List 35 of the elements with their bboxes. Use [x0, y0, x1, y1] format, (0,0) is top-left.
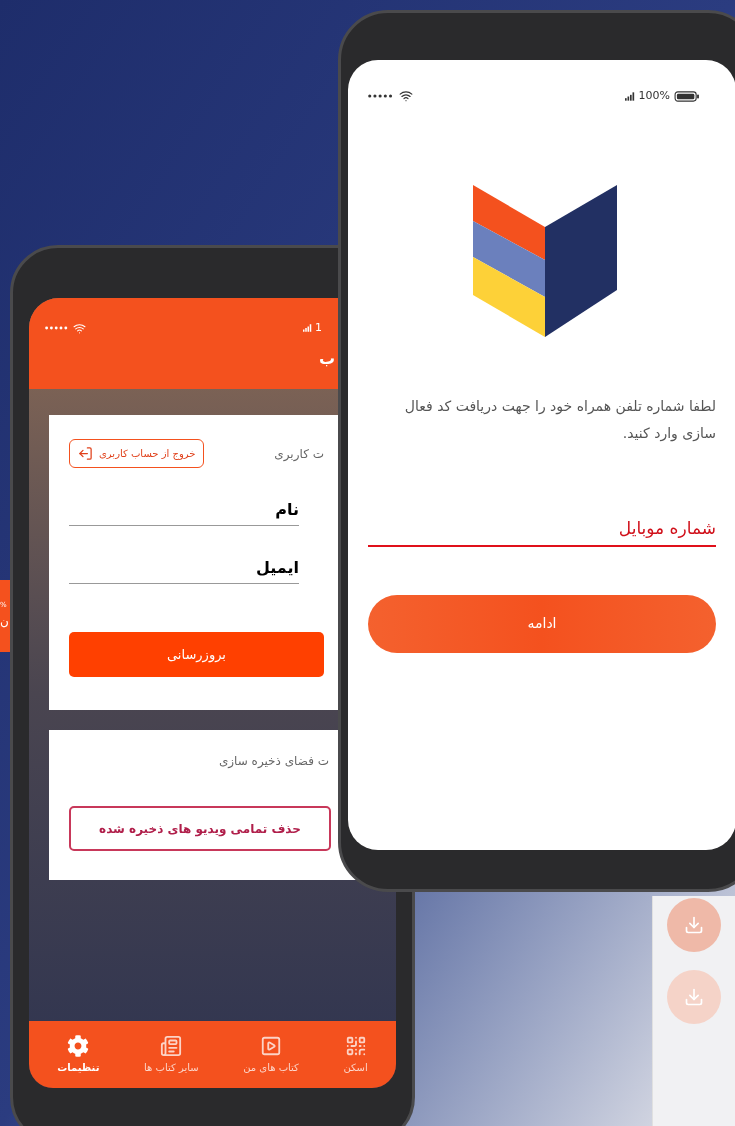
mobile-number-field[interactable]: شماره موبایل — [368, 510, 716, 547]
partial-text: ن — [0, 615, 9, 627]
download-button[interactable] — [667, 970, 721, 1024]
nav-tab[interactable]: سایر کتاب ها — [143, 1034, 199, 1075]
logout-button[interactable]: خروج از حساب کاربری — [69, 439, 205, 468]
download-icon — [684, 987, 704, 1007]
nav-tab[interactable]: کتاب های من — [243, 1034, 299, 1075]
download-button[interactable] — [667, 898, 721, 952]
wifi-icon — [399, 89, 413, 104]
instruction-text: لطفا شماره تلفن همراه خود را جهت دریافت کد فعال سازی وارد کنید. — [403, 396, 716, 444]
document-list-icon — [160, 1034, 183, 1057]
signal-icon — [303, 324, 312, 333]
wifi-icon — [73, 321, 86, 335]
card-title: ت کاربری — [274, 445, 324, 463]
update-button[interactable]: بروزرسانی — [69, 632, 324, 677]
book-logo-icon — [473, 184, 617, 337]
signal-dots-icon — [45, 326, 69, 331]
qr-code-icon — [344, 1034, 367, 1057]
download-icon — [684, 915, 704, 935]
continue-button[interactable]: ادامه — [368, 594, 716, 653]
nav-tab[interactable]: اسکن — [343, 1034, 368, 1075]
header-title: ب — [318, 347, 335, 370]
play-icon — [260, 1034, 282, 1057]
logout-icon — [78, 446, 93, 461]
battery-percent: 100% — [638, 88, 670, 104]
text-field[interactable]: ایمیل — [69, 552, 299, 584]
signal-text: 1 — [315, 320, 322, 336]
signal-dots-icon — [368, 94, 394, 99]
nav-tab[interactable]: تنظیمات — [57, 1034, 100, 1075]
card-title: ت فضای ذخیره سازی — [218, 753, 329, 770]
delete-videos-button[interactable]: حذف تمامی ویدیو های ذخیره شده — [69, 806, 331, 851]
signal-icon — [624, 91, 635, 101]
settings-icon — [67, 1034, 90, 1057]
text-field[interactable]: نام — [69, 494, 299, 526]
battery-icon — [674, 90, 700, 102]
